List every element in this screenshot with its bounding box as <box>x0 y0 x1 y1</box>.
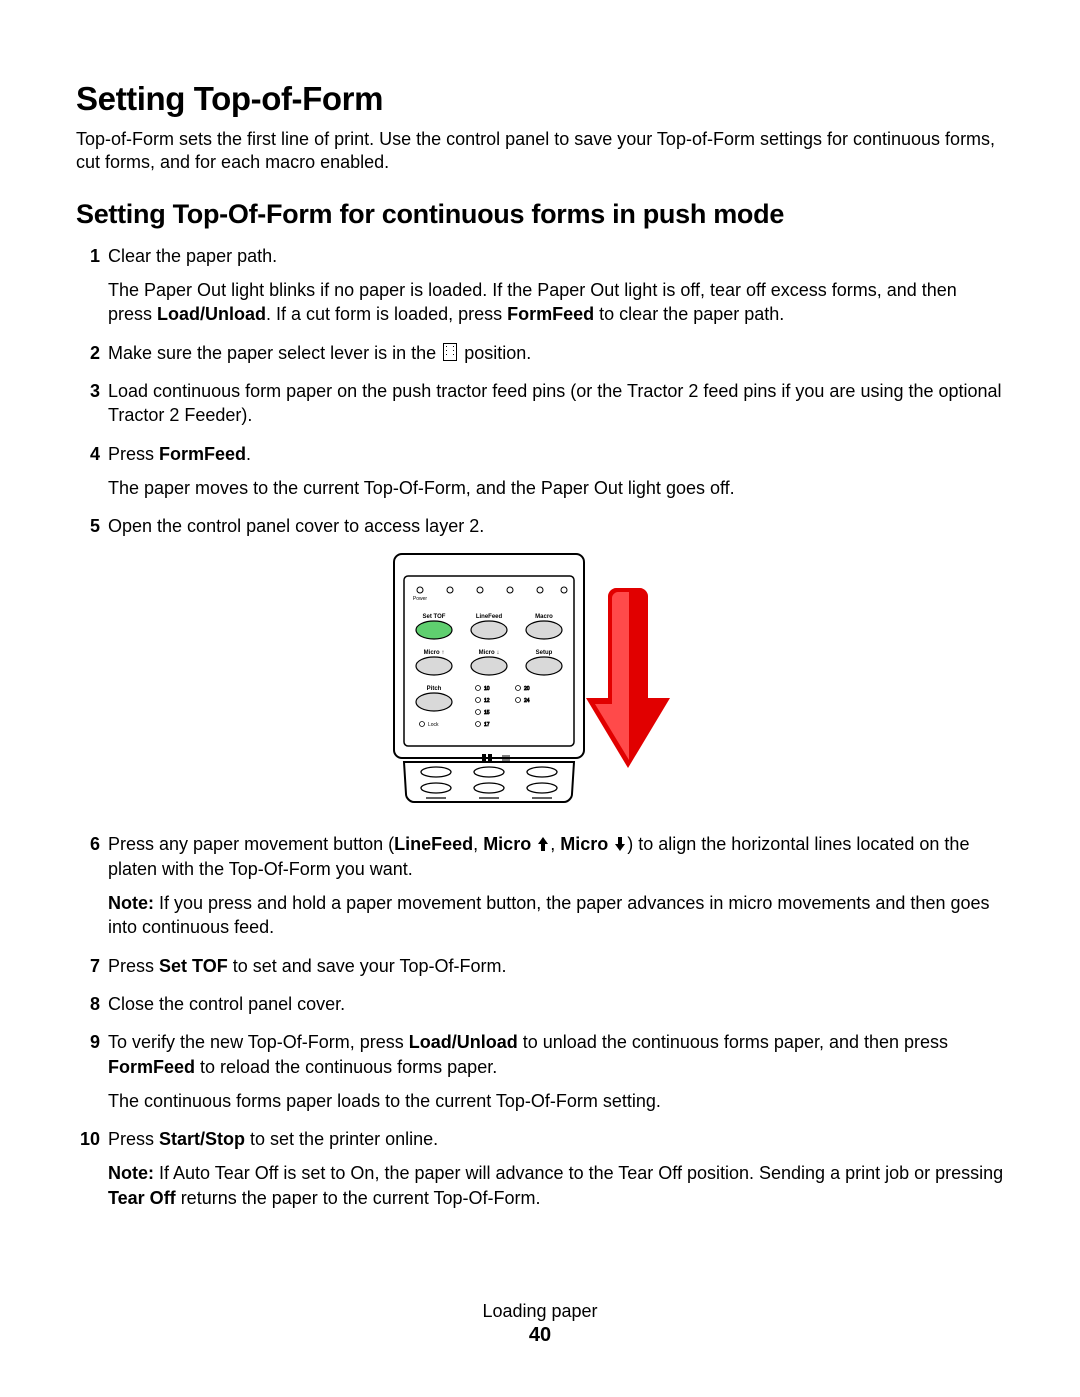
text: returns the paper to the current Top-Of-… <box>176 1188 541 1208</box>
pitch-value: 12 <box>484 698 490 704</box>
button-name: FormFeed <box>159 444 246 464</box>
button-name: Set TOF <box>159 956 228 976</box>
btn-label: Macro <box>535 614 553 620</box>
button-name: Start/Stop <box>159 1129 245 1149</box>
step-text: Clear the paper path. <box>108 246 277 266</box>
text: If Auto Tear Off is set to On, the paper… <box>154 1163 1003 1183</box>
text: Press <box>108 444 159 464</box>
text: position. <box>464 343 531 363</box>
paper-select-lever-icon <box>443 343 457 361</box>
button-name: FormFeed <box>108 1057 195 1077</box>
pitch-value: 17 <box>484 722 490 728</box>
text: . <box>246 444 251 464</box>
btn-label: Setup <box>536 650 553 656</box>
up-arrow-icon <box>536 836 550 852</box>
step-detail: The paper moves to the current Top-Of-Fo… <box>108 476 1004 500</box>
btn-label: Micro ↑ <box>424 650 445 656</box>
text: Make sure the paper select lever is in t… <box>108 343 441 363</box>
power-label: Power <box>413 596 428 602</box>
manual-page: Setting Top-of-Form Top-of-Form sets the… <box>0 0 1080 1397</box>
step-8: Close the control panel cover. <box>100 992 1004 1016</box>
text: If you press and hold a paper movement b… <box>108 893 990 937</box>
page-number: 40 <box>0 1324 1080 1347</box>
button-name: Load/Unload <box>157 304 266 324</box>
pitch-value: 15 <box>484 710 490 716</box>
button-name: LineFeed <box>394 834 473 854</box>
heading-level-1: Setting Top-of-Form <box>76 80 1004 118</box>
button-name: Micro <box>483 834 536 854</box>
text: To verify the new Top-Of-Form, press <box>108 1032 409 1052</box>
step-9: To verify the new Top-Of-Form, press Loa… <box>100 1030 1004 1113</box>
button-name: FormFeed <box>507 304 594 324</box>
lock-label: Lock <box>428 722 439 728</box>
procedure-steps: Clear the paper path. The Paper Out ligh… <box>76 244 1004 1210</box>
step-4: Press FormFeed. The paper moves to the c… <box>100 442 1004 501</box>
step-10: Press Start/Stop to set the printer onli… <box>100 1127 1004 1210</box>
text: to unload the continuous forms paper, an… <box>518 1032 948 1052</box>
step-detail: The continuous forms paper loads to the … <box>108 1089 1004 1113</box>
text: Open the control panel cover to access l… <box>108 516 484 536</box>
page-footer: Loading paper 40 <box>0 1301 1080 1347</box>
button-name: Load/Unload <box>409 1032 518 1052</box>
text: to reload the continuous forms paper. <box>195 1057 497 1077</box>
text: Press <box>108 1129 159 1149</box>
btn-label: LineFeed <box>476 614 503 620</box>
heading-level-2: Setting Top-Of-Form for continuous forms… <box>76 199 1004 230</box>
text: . If a cut form is loaded, press <box>266 304 507 324</box>
note-label: Note: <box>108 893 154 913</box>
step-6: Press any paper movement button (LineFee… <box>100 832 1004 939</box>
step-2: Make sure the paper select lever is in t… <box>100 341 1004 365</box>
button-name: Micro <box>560 834 613 854</box>
footer-section-title: Loading paper <box>0 1301 1080 1322</box>
pitch-value: 24 <box>524 698 530 704</box>
text: Press <box>108 956 159 976</box>
text: , <box>550 834 560 854</box>
pitch-value: 20 <box>524 686 530 692</box>
btn-label: Micro ↓ <box>479 650 500 656</box>
figure-control-panel: Power Set TOF LineFeed Macro Micro ↑ Mic… <box>108 548 1004 818</box>
text: , <box>473 834 483 854</box>
step-note: Note: If Auto Tear Off is set to On, the… <box>108 1161 1004 1210</box>
down-arrow-icon <box>613 836 627 852</box>
text: to clear the paper path. <box>594 304 784 324</box>
text: to set and save your Top-Of-Form. <box>228 956 507 976</box>
step-3: Load continuous form paper on the push t… <box>100 379 1004 428</box>
note-label: Note: <box>108 1163 154 1183</box>
btn-label: Pitch <box>427 686 442 692</box>
down-arrow-icon <box>586 588 670 768</box>
step-note: Note: If you press and hold a paper move… <box>108 891 1004 940</box>
set-tof-button-icon <box>416 621 452 639</box>
step-7: Press Set TOF to set and save your Top-O… <box>100 954 1004 978</box>
text: Press any paper movement button ( <box>108 834 394 854</box>
text: to set the printer online. <box>245 1129 438 1149</box>
pitch-value: 10 <box>484 686 490 692</box>
step-5: Open the control panel cover to access l… <box>100 514 1004 818</box>
text: Load continuous form paper on the push t… <box>108 381 1002 425</box>
button-name: Tear Off <box>108 1188 176 1208</box>
control-panel-illustration: Power Set TOF LineFeed Macro Micro ↑ Mic… <box>386 548 726 818</box>
btn-label: Set TOF <box>423 614 446 620</box>
step-detail: The Paper Out light blinks if no paper i… <box>108 278 1004 327</box>
step-1: Clear the paper path. The Paper Out ligh… <box>100 244 1004 327</box>
text: Close the control panel cover. <box>108 994 345 1014</box>
intro-paragraph: Top-of-Form sets the first line of print… <box>76 128 1004 175</box>
